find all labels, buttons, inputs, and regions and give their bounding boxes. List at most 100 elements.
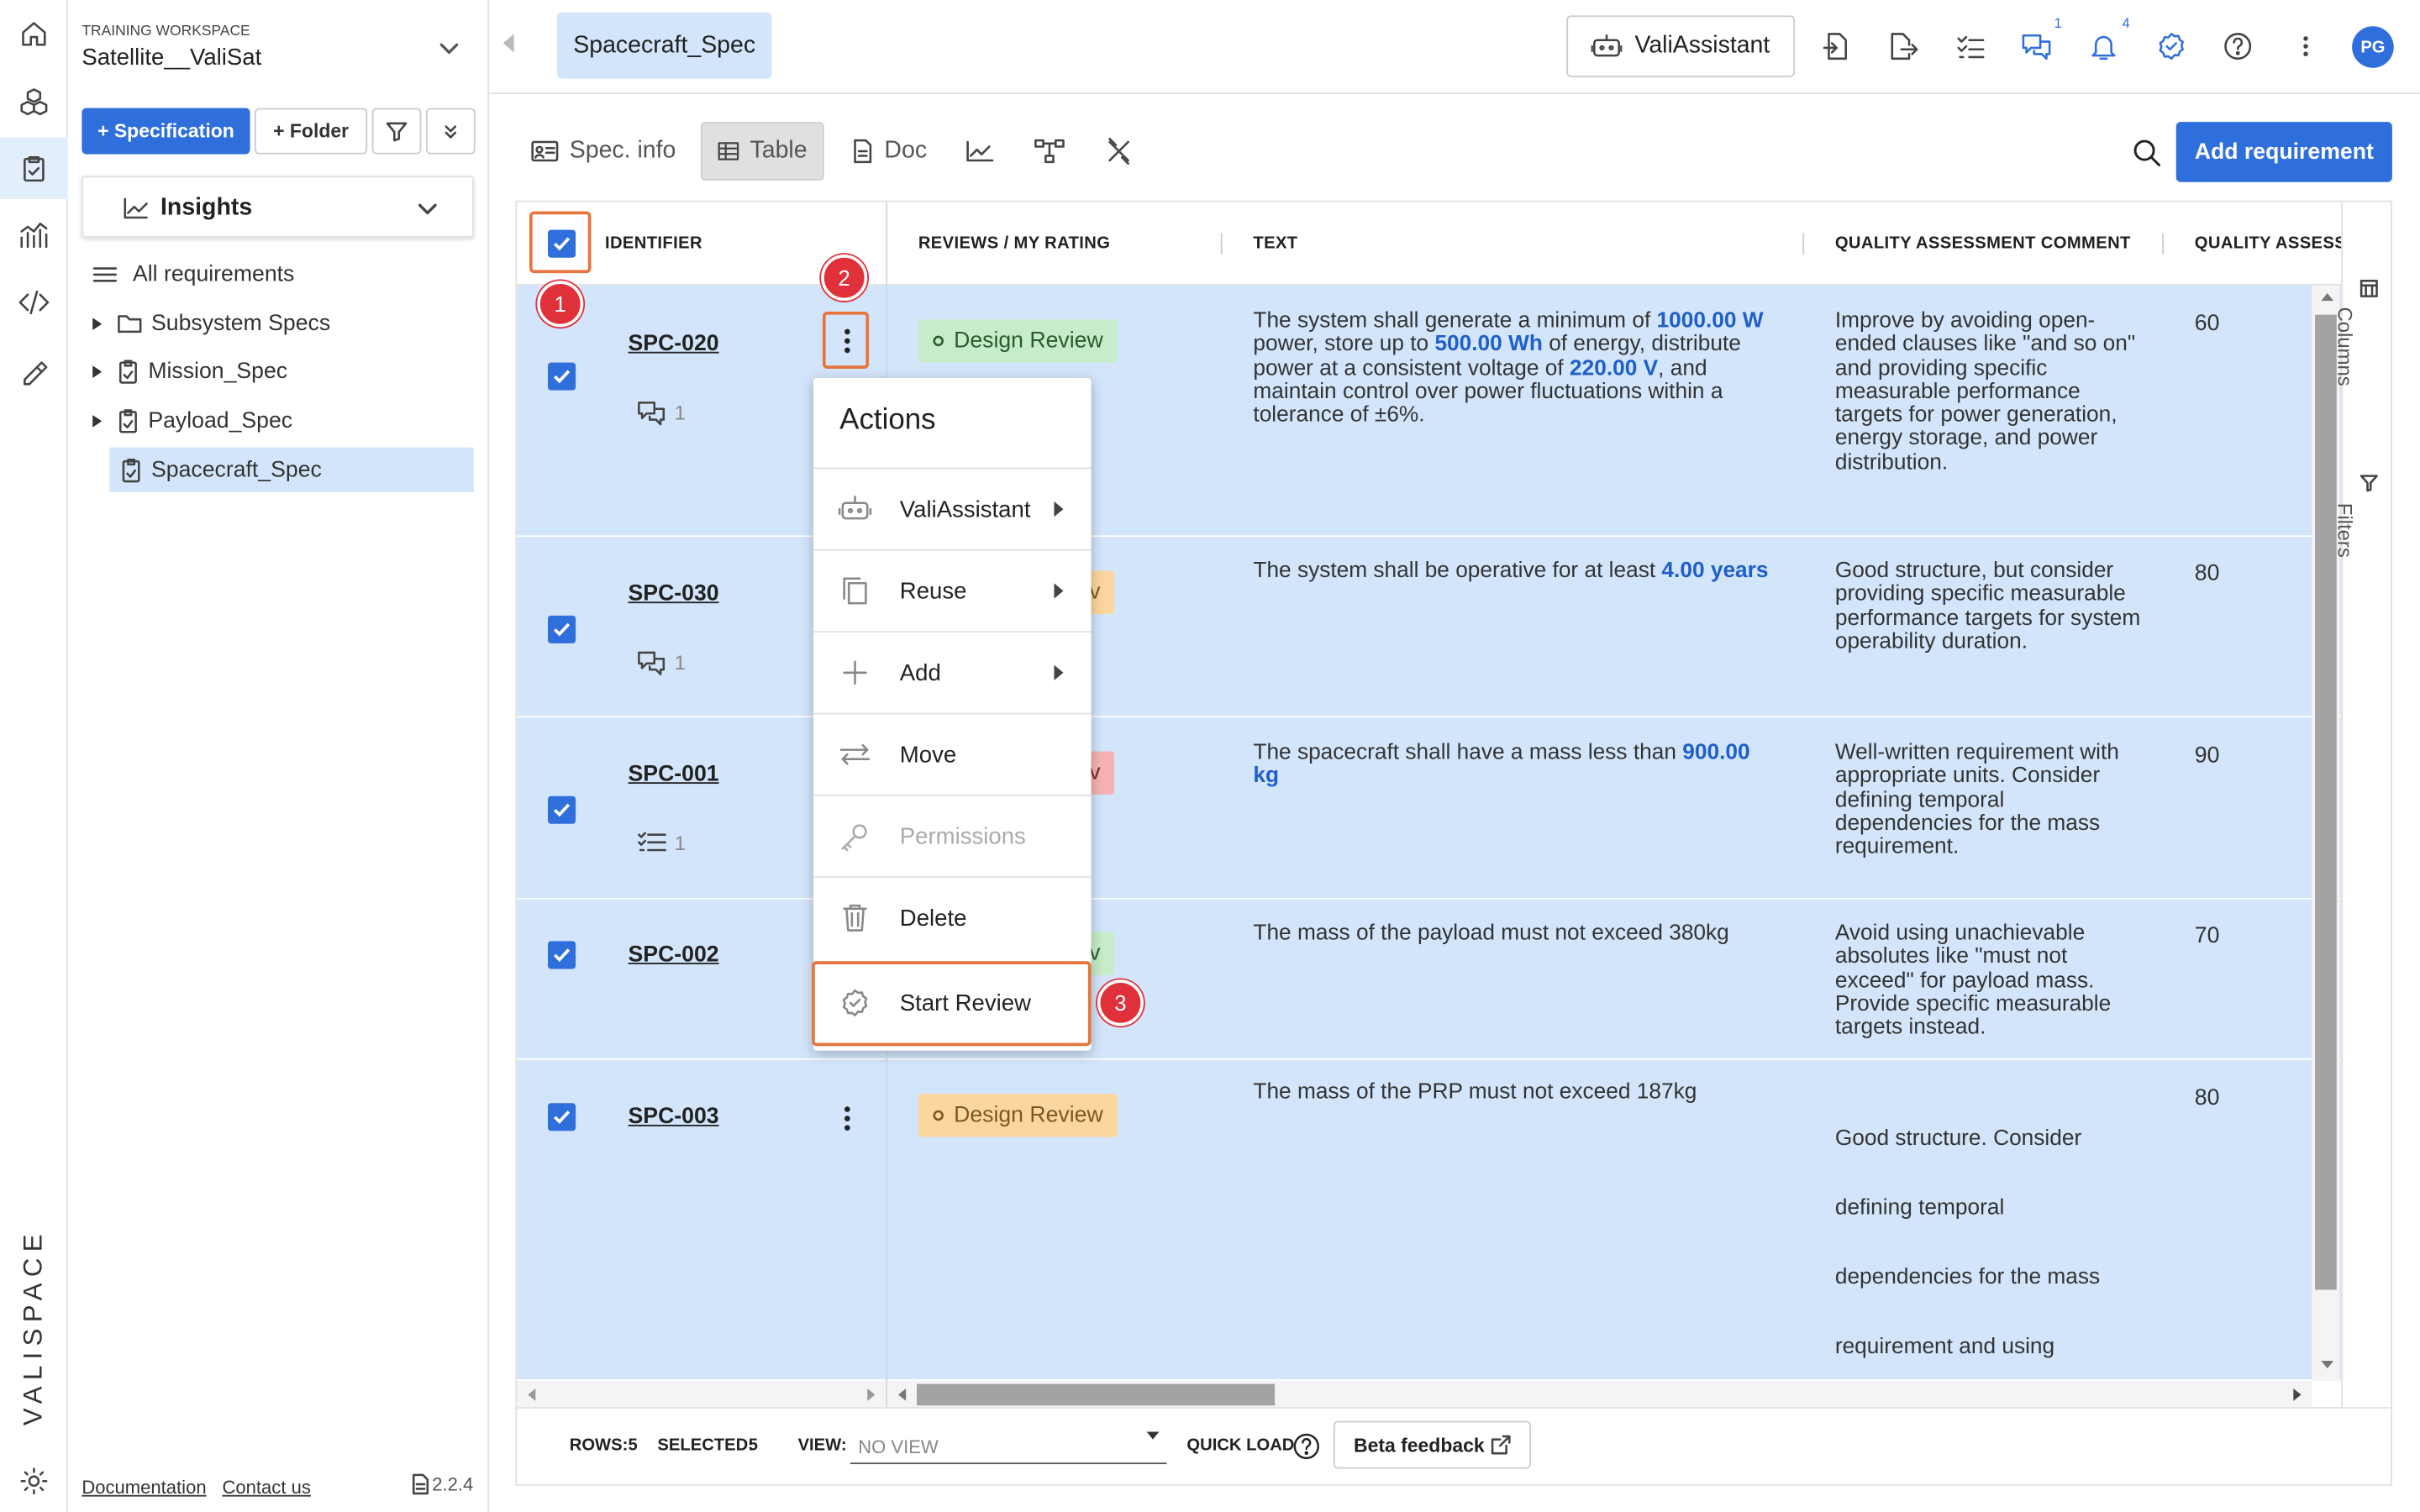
expand-arrow-icon[interactable] [92,415,103,428]
expand-arrow-icon[interactable] [92,318,103,331]
vertical-scrollbar[interactable] [2312,285,2340,1381]
workspace-chevron-down-icon[interactable] [439,40,460,59]
scroll-left-icon[interactable] [528,1389,536,1401]
scroll-right-icon[interactable] [867,1389,876,1401]
export-icon[interactable] [1885,28,1922,65]
add-requirement-button[interactable]: Add requirement [2175,122,2392,182]
reviews-check-icon[interactable] [2153,28,2190,65]
review-status-badge[interactable]: Design Review [918,319,1118,363]
requirement-identifier[interactable]: SPC-030 [629,581,719,606]
requirement-identifier[interactable]: SPC-002 [629,942,719,967]
menu-item-delete[interactable]: Delete [813,876,1092,958]
documentation-link[interactable]: Documentation [82,1477,206,1499]
discussion-icon[interactable] [2018,28,2055,65]
notifications-bell-icon[interactable] [2085,28,2122,65]
discussion-count[interactable]: 1 [638,649,686,675]
horizontal-scroll-thumb[interactable] [916,1383,1276,1406]
vertical-scroll-thumb[interactable] [2315,314,2337,1290]
frozen-horizontal-scrollbar[interactable] [517,1380,886,1408]
tree-item-all-requirements[interactable]: All requirements [92,255,294,295]
row-checkbox[interactable] [548,1103,576,1131]
filter-button[interactable] [371,108,422,155]
add-specification-button[interactable]: + Specification [82,108,250,155]
search-icon[interactable] [2131,137,2162,168]
add-folder-button[interactable]: + Folder [255,108,368,155]
tab-spacecraft-spec[interactable]: Spacecraft_Spec [557,12,772,79]
column-header-quality[interactable]: QUALITY ASSESSM [2195,202,2341,286]
tab-tree-diagram[interactable] [1018,122,1080,181]
checklist-count[interactable]: 1 [638,830,686,854]
column-header-reviews[interactable]: REVIEWS / MY RATING [918,202,1110,286]
column-header-identifier[interactable]: IDENTIFIER [605,202,702,286]
tree-item-subsystem-specs[interactable]: Subsystem Specs [92,304,330,344]
review-status-badge[interactable]: Design Review [918,1094,1118,1137]
settings-gear-icon[interactable] [0,1450,68,1511]
scroll-left-icon[interactable] [897,1389,907,1401]
user-avatar[interactable]: PG [2352,26,2394,68]
notifications-count-badge: 4 [2122,15,2130,31]
row-checkbox[interactable] [548,795,576,824]
tools-icon[interactable] [0,339,68,401]
scroll-up-icon[interactable] [2321,292,2334,302]
menu-item-move[interactable]: Move [813,712,1092,795]
beta-feedback-button[interactable]: Beta feedback [1333,1420,1532,1469]
contact-us-link[interactable]: Contact us [222,1477,310,1499]
import-icon[interactable] [1818,28,1855,65]
row-actions-kebab-icon[interactable] [838,1103,856,1134]
table-row[interactable]: SPC-020 1 Design Review The system shall… [517,285,2342,538]
row-checkbox[interactable] [548,941,576,969]
column-header-text[interactable]: TEXT [1253,202,1297,286]
menu-item-add[interactable]: Add [813,631,1092,712]
requirement-identifier[interactable]: SPC-020 [629,332,719,356]
requirement-identifier[interactable]: SPC-003 [629,1105,719,1129]
tree-item-mission-spec[interactable]: Mission_Spec [92,352,287,392]
view-select[interactable]: NO VIEW [850,1424,1167,1465]
vali-assistant-button[interactable]: ValiAssistant [1566,15,1796,77]
columns-icon[interactable] [2360,279,2378,297]
tab-tools[interactable] [1090,122,1149,181]
insights-dropdown[interactable]: Insights [82,176,474,238]
value-highlight[interactable]: 1000.00 W [1657,308,1764,333]
column-header-comment[interactable]: QUALITY ASSESSMENT COMMENT [1835,202,2131,286]
column-divider[interactable] [1220,233,1223,255]
more-options-icon[interactable] [2287,28,2324,65]
table-row[interactable]: SPC-002 v The mass of the payload must n… [517,899,2342,1060]
expand-arrow-icon[interactable] [92,365,103,378]
tab-spec-info[interactable]: Spec. info [515,122,691,181]
filters-icon[interactable] [2360,474,2378,492]
row-checkbox[interactable] [548,362,576,391]
row-checkbox[interactable] [548,615,576,643]
workspace-name[interactable]: Satellite__ValiSat [82,45,261,71]
menu-item-reuse[interactable]: Reuse [813,549,1092,631]
requirement-identifier[interactable]: SPC-001 [629,762,719,786]
column-divider[interactable] [1802,233,1805,255]
table-row[interactable]: SPC-001 1 v The spacecraft shall have a … [517,717,2342,900]
horizontal-scrollbar[interactable] [887,1380,2312,1408]
checklist-icon[interactable] [1952,28,1989,65]
menu-item-permissions[interactable]: Permissions [813,794,1092,876]
column-divider[interactable] [2162,233,2165,255]
quick-load-help-icon[interactable] [1292,1431,1321,1461]
tree-item-spacecraft-spec[interactable]: Spacecraft_Spec [109,447,474,492]
collapse-all-button[interactable] [425,108,476,155]
value-highlight[interactable]: 4.00 years [1661,559,1768,583]
tab-insights-chart[interactable] [950,122,1009,181]
tree-item-payload-spec[interactable]: Payload_Spec [92,402,292,442]
components-icon[interactable] [0,71,68,132]
table-row[interactable]: SPC-003 Design Review The mass of the PR… [517,1059,2342,1381]
value-highlight[interactable]: 500.00 Wh [1434,332,1542,356]
menu-item-valiassistant[interactable]: ValiAssistant [813,467,1092,549]
collapse-sidebar-icon[interactable] [502,34,514,53]
code-icon[interactable] [0,271,68,333]
tab-table[interactable]: Table [700,122,824,181]
scroll-down-icon[interactable] [2321,1360,2334,1369]
discussion-count[interactable]: 1 [638,400,686,426]
value-highlight[interactable]: 220.00 V [1570,356,1658,381]
scroll-right-icon[interactable] [2293,1389,2302,1401]
home-icon[interactable] [0,3,68,65]
requirements-icon[interactable] [0,137,68,199]
analytics-icon[interactable] [0,203,68,265]
table-row[interactable]: SPC-030 1 v The system shall be operativ… [517,537,2342,718]
tab-doc[interactable]: Doc [836,122,942,181]
help-icon[interactable] [2219,28,2256,65]
